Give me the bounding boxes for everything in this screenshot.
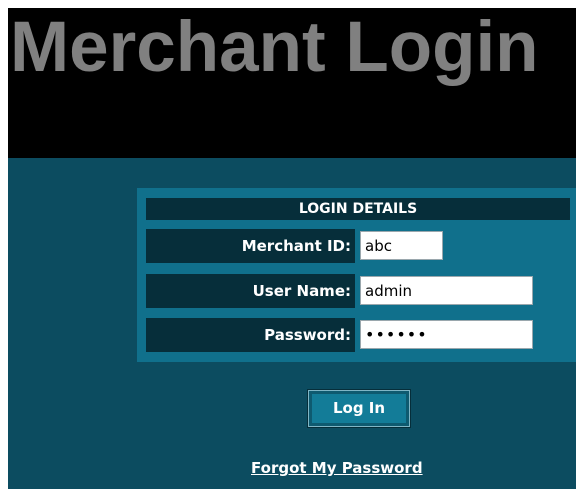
login-details-heading: LOGIN DETAILS (146, 198, 570, 220)
log-in-button[interactable]: Log In (308, 390, 410, 427)
merchant-id-label: Merchant ID: (146, 229, 355, 263)
password-input[interactable] (360, 320, 533, 349)
password-label: Password: (146, 318, 355, 352)
page-title: Merchant Login (10, 8, 539, 87)
page-frame: Merchant Login LOGIN DETAILS Merchant ID… (8, 8, 576, 489)
user-name-input[interactable] (360, 276, 533, 305)
merchant-id-input[interactable] (360, 231, 443, 260)
login-details-panel: LOGIN DETAILS Merchant ID: User Name: Pa… (137, 188, 576, 362)
page-header: Merchant Login (8, 8, 576, 158)
user-name-label: User Name: (146, 274, 355, 308)
login-area: LOGIN DETAILS Merchant ID: User Name: Pa… (8, 158, 576, 489)
log-in-button-label: Log In (312, 394, 406, 423)
forgot-password-link[interactable]: Forgot My Password (251, 458, 423, 478)
